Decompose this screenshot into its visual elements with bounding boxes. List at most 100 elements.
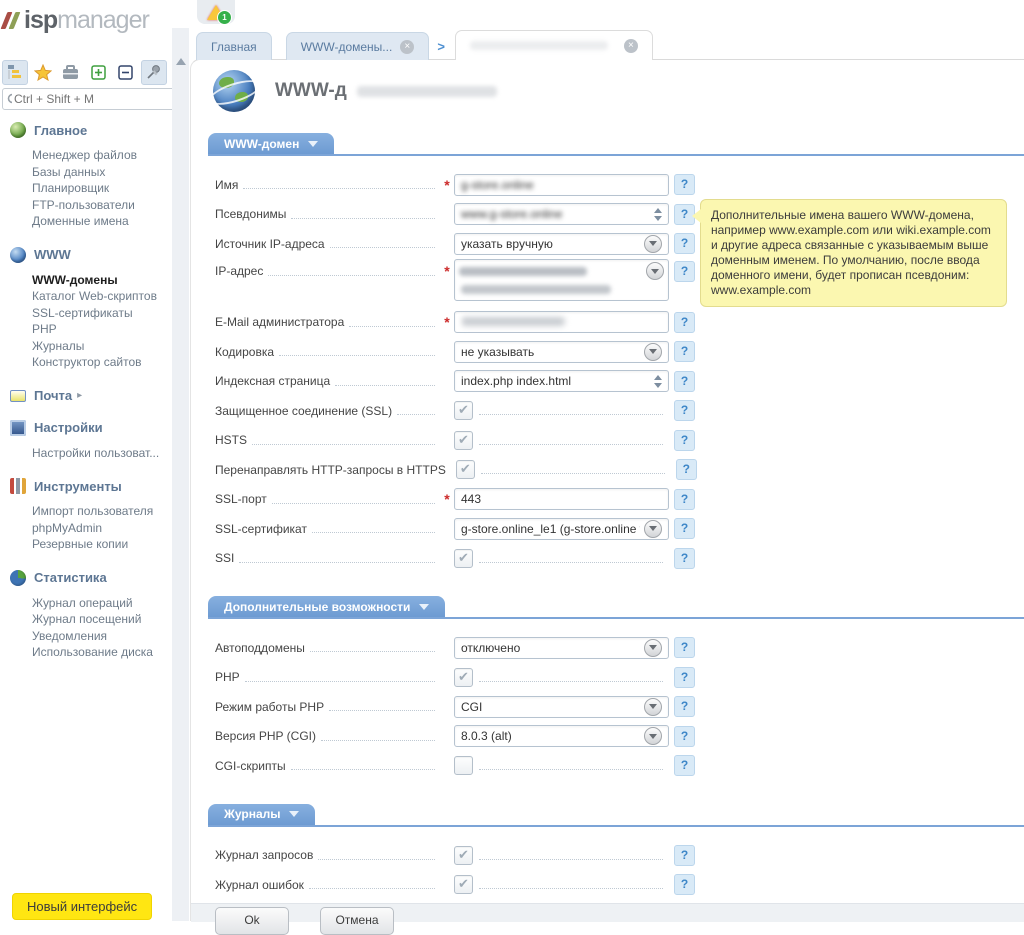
- help-button[interactable]: ?: [674, 312, 695, 333]
- close-icon[interactable]: ×: [400, 40, 414, 54]
- sidebar-item[interactable]: Использование диска: [10, 644, 168, 661]
- tree-view-button[interactable]: [2, 60, 28, 85]
- help-button[interactable]: ?: [674, 637, 695, 658]
- help-button[interactable]: ?: [674, 430, 695, 451]
- sidebar-item[interactable]: FTP-пользователи: [10, 197, 168, 214]
- spinner-control[interactable]: [654, 375, 662, 388]
- spinner-control[interactable]: [654, 208, 662, 221]
- new-interface-button[interactable]: Новый интерфейс: [12, 893, 152, 920]
- sidebar-item[interactable]: Настройки пользоват...: [10, 445, 168, 462]
- sidebar-item[interactable]: phpMyAdmin: [10, 520, 168, 537]
- sidebar-section-header[interactable]: Статистика: [10, 570, 168, 586]
- help-button[interactable]: ?: [674, 174, 695, 195]
- sidebar-section-header[interactable]: Главное: [10, 122, 168, 138]
- sidebar-item[interactable]: PHP: [10, 321, 168, 338]
- section-toggle[interactable]: Журналы: [208, 804, 315, 825]
- select-field[interactable]: не указывать: [454, 341, 669, 363]
- checkbox[interactable]: ✔: [454, 401, 473, 420]
- help-button[interactable]: ?: [674, 726, 695, 747]
- close-icon[interactable]: ×: [624, 39, 638, 53]
- sidebar-item[interactable]: Журнал операций: [10, 595, 168, 612]
- help-button[interactable]: ?: [674, 518, 695, 539]
- sidebar-item[interactable]: Доменные имена: [10, 213, 168, 230]
- select-field[interactable]: g-store.online_le1 (g-store.online www.g…: [454, 518, 669, 540]
- quick-search[interactable]: [2, 88, 176, 110]
- help-button[interactable]: ?: [674, 845, 695, 866]
- help-button[interactable]: ?: [674, 874, 695, 895]
- chevron-down-icon[interactable]: [644, 639, 662, 657]
- sidebar-item[interactable]: Импорт пользователя: [10, 503, 168, 520]
- pin-menu-button[interactable]: [141, 60, 167, 85]
- chevron-down-icon[interactable]: [644, 343, 662, 361]
- dotted-leader: [243, 188, 435, 189]
- select-field[interactable]: отключено: [454, 637, 669, 659]
- ok-button[interactable]: Ok: [215, 907, 289, 935]
- text-input[interactable]: 443: [454, 488, 669, 510]
- chevron-down-icon[interactable]: [646, 262, 664, 280]
- help-button[interactable]: ?: [674, 233, 695, 254]
- chevron-down-icon[interactable]: [644, 727, 662, 745]
- dotted-leader: [479, 444, 663, 445]
- briefcase-button[interactable]: [59, 61, 83, 84]
- sidebar-section-header[interactable]: Настройки: [10, 420, 168, 436]
- sidebar-item[interactable]: Журнал посещений: [10, 611, 168, 628]
- help-button[interactable]: ?: [674, 400, 695, 421]
- section-toggle[interactable]: WWW-домен: [208, 133, 334, 154]
- sidebar-item[interactable]: SSL-сертификаты: [10, 305, 168, 322]
- expand-all-button[interactable]: [86, 61, 110, 84]
- help-button[interactable]: ?: [674, 755, 695, 776]
- tab[interactable]: WWW-домены...×: [286, 32, 430, 60]
- help-button[interactable]: ?: [674, 261, 695, 282]
- cancel-button[interactable]: Отмена: [320, 907, 394, 935]
- sidebar-item[interactable]: Конструктор сайтов: [10, 354, 168, 371]
- text-input[interactable]: [454, 311, 669, 333]
- sidebar-section-header[interactable]: Почта▸: [10, 388, 168, 403]
- checkbox[interactable]: [454, 756, 473, 775]
- checkbox[interactable]: ✔: [454, 431, 473, 450]
- tab[interactable]: ×: [455, 30, 653, 60]
- sidebar-item[interactable]: Планировщик: [10, 180, 168, 197]
- checkbox[interactable]: ✔: [454, 668, 473, 687]
- sidebar-item[interactable]: Резервные копии: [10, 536, 168, 553]
- checkbox[interactable]: ✔: [454, 846, 473, 865]
- select-field[interactable]: 8.0.3 (alt): [454, 725, 669, 747]
- sidebar-item[interactable]: Каталог Web-скриптов: [10, 288, 168, 305]
- text-input[interactable]: g-store.online: [454, 174, 669, 196]
- dotted-leader: [318, 859, 435, 860]
- help-button[interactable]: ?: [674, 667, 695, 688]
- sidebar-item[interactable]: Базы данных: [10, 164, 168, 181]
- collapse-all-button[interactable]: [113, 61, 137, 84]
- text-input[interactable]: www.g-store.online: [454, 203, 669, 225]
- checkbox[interactable]: ✔: [456, 460, 475, 479]
- help-button[interactable]: ?: [674, 489, 695, 510]
- checkbox[interactable]: ✔: [454, 875, 473, 894]
- scroll-up-arrow-icon[interactable]: [176, 58, 186, 65]
- dotted-leader: [279, 355, 435, 356]
- chevron-down-icon[interactable]: [644, 520, 662, 538]
- sidebar-item[interactable]: WWW-домены: [10, 272, 168, 289]
- help-button[interactable]: ?: [674, 341, 695, 362]
- help-button[interactable]: ?: [676, 459, 697, 480]
- select-field[interactable]: CGI: [454, 696, 669, 718]
- help-button[interactable]: ?: [674, 371, 695, 392]
- select-field[interactable]: указать вручную: [454, 233, 669, 255]
- sidebar-section-header[interactable]: WWW: [10, 247, 168, 263]
- sidebar-item[interactable]: Уведомления: [10, 628, 168, 645]
- text-input[interactable]: index.php index.html: [454, 370, 669, 392]
- sidebar-item[interactable]: Менеджер файлов: [10, 147, 168, 164]
- ip-address-select[interactable]: [454, 259, 669, 301]
- search-input[interactable]: [12, 91, 171, 107]
- form-row: CGI-скрипты?: [215, 751, 695, 781]
- section-toggle[interactable]: Дополнительные возможности: [208, 596, 445, 617]
- checkbox[interactable]: ✔: [454, 549, 473, 568]
- tab[interactable]: Главная: [196, 32, 272, 60]
- help-button[interactable]: ?: [674, 696, 695, 717]
- help-button[interactable]: ?: [674, 548, 695, 569]
- notification-button[interactable]: 1: [197, 0, 235, 24]
- chevron-down-icon[interactable]: [644, 235, 662, 253]
- chevron-down-icon[interactable]: [644, 698, 662, 716]
- favorites-button[interactable]: [31, 61, 55, 84]
- sidebar-section-header[interactable]: Инструменты: [10, 478, 168, 494]
- sidebar-item[interactable]: Журналы: [10, 338, 168, 355]
- sidebar-splitter[interactable]: [172, 28, 189, 921]
